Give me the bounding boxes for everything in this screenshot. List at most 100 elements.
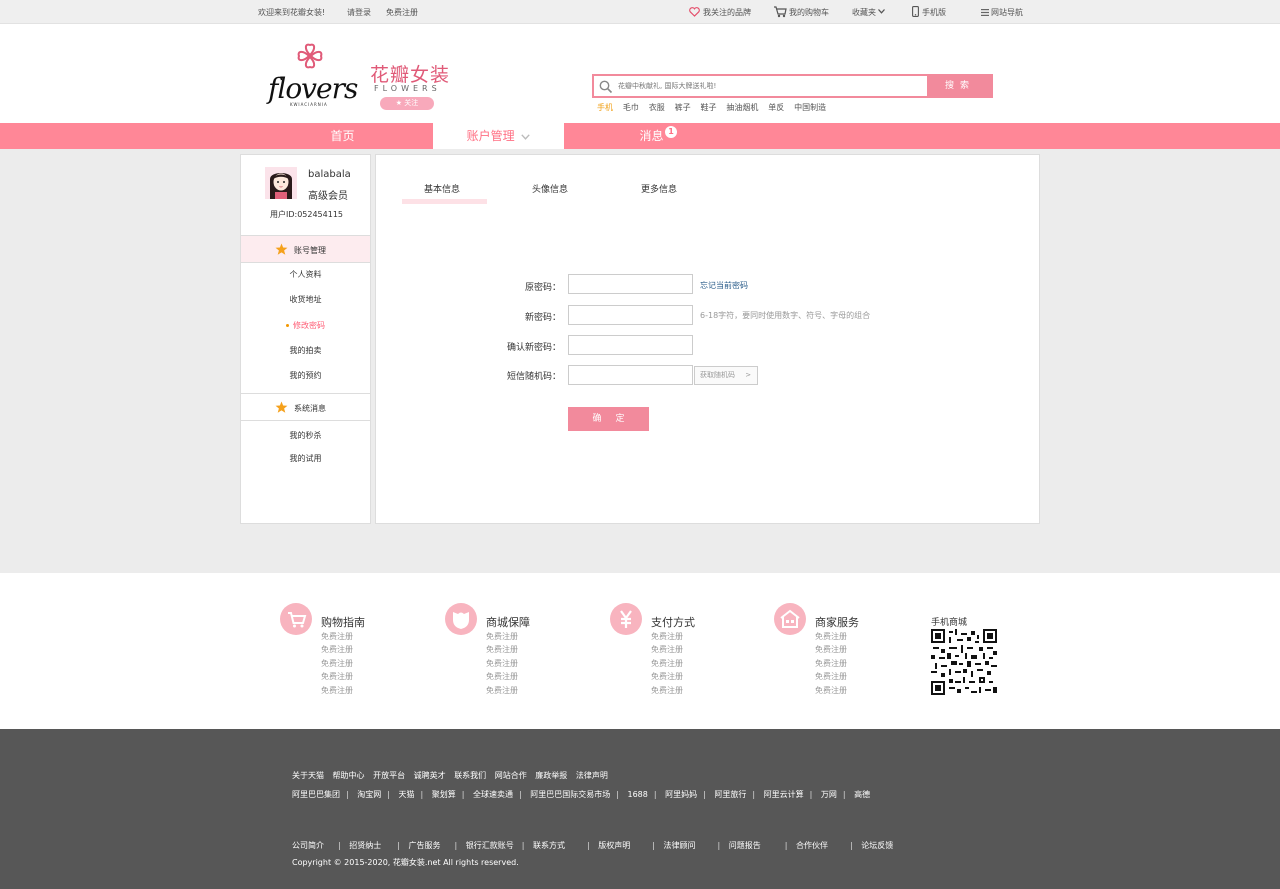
cart-link[interactable]: 我的购物车 (789, 7, 829, 18)
flower-logo-icon[interactable] (294, 40, 326, 72)
hot-link[interactable]: 裤子 (675, 103, 691, 112)
service-link[interactable]: 免费注册 (815, 631, 847, 642)
tab-avatar-info[interactable]: 头像信息 (532, 182, 568, 195)
follow-button[interactable]: ★ 关注 (380, 97, 434, 110)
footer-link[interactable]: 阿里旅行 (714, 790, 746, 799)
footer-link[interactable]: 万网 (821, 790, 837, 799)
confirm-password-field[interactable] (568, 335, 693, 355)
service-link[interactable]: 免费注册 (815, 671, 847, 682)
service-link[interactable]: 免费注册 (486, 658, 518, 669)
footer-link[interactable]: 阿里云计算 (764, 790, 804, 799)
service-link[interactable]: 免费注册 (651, 671, 683, 682)
sms-code-field[interactable] (568, 365, 693, 385)
service-link[interactable]: 免费注册 (321, 671, 353, 682)
logo-wordmark[interactable]: flovers (268, 72, 358, 105)
section-account-management[interactable]: 账号管理 (241, 235, 370, 263)
hot-link[interactable]: 中国制造 (794, 103, 826, 112)
nav-account[interactable]: 账户管理 (433, 123, 564, 149)
footer-link[interactable]: 联系方式 (533, 840, 587, 851)
service-link[interactable]: 免费注册 (321, 644, 353, 655)
footer-link[interactable]: 银行汇款账号 (466, 840, 522, 851)
hot-link[interactable]: 手机 (597, 103, 613, 112)
footer-link[interactable]: 招贤纳士 (349, 840, 397, 851)
service-link[interactable]: 免费注册 (321, 685, 353, 696)
footer-link[interactable]: 天猫 (399, 790, 415, 799)
qr-code[interactable] (931, 629, 997, 695)
followed-brands-link[interactable]: 我关注的品牌 (703, 7, 751, 18)
service-link[interactable]: 免费注册 (651, 644, 683, 655)
sidebar-item-auctions[interactable]: 我的拍卖 (241, 345, 370, 356)
favorites-dropdown[interactable]: 收藏夹 (852, 7, 876, 18)
footer-link[interactable]: 阿里妈妈 (665, 790, 697, 799)
tab-basic-info[interactable]: 基本信息 (424, 182, 460, 195)
footer-link[interactable]: 聚划算 (432, 790, 456, 799)
star-icon: ★ (395, 99, 403, 107)
hot-link[interactable]: 鞋子 (701, 103, 717, 112)
footer-link[interactable]: 关于天猫 (292, 771, 324, 780)
footer-link[interactable]: 论坛反馈 (861, 840, 893, 851)
service-link[interactable]: 免费注册 (486, 685, 518, 696)
hot-link[interactable]: 单反 (768, 103, 784, 112)
login-link[interactable]: 请登录 (347, 7, 371, 18)
get-sms-code-button[interactable]: 获取随机码 > (694, 366, 758, 385)
footer-link[interactable]: 高德 (854, 790, 870, 799)
avatar[interactable] (265, 167, 297, 199)
footer-link[interactable]: 诚聘英才 (414, 771, 446, 780)
service-link[interactable]: 免费注册 (486, 631, 518, 642)
service-link[interactable]: 免费注册 (321, 658, 353, 669)
footer-link[interactable]: 阿里巴巴国际交易市场 (530, 790, 610, 799)
footer-link[interactable]: 联系我们 (454, 771, 486, 780)
sidebar-item-change-password[interactable]: 修改密码 (241, 320, 370, 331)
footer-link[interactable]: 版权声明 (598, 840, 652, 851)
sidebar-item-flash-sale[interactable]: 我的秒杀 (241, 430, 370, 441)
sidebar-item-address[interactable]: 收货地址 (241, 294, 370, 305)
hot-link[interactable]: 衣服 (649, 103, 665, 112)
mobile-version-link[interactable]: 手机版 (922, 7, 946, 18)
footer-link[interactable]: 法律顾问 (664, 840, 718, 851)
confirm-button[interactable]: 确定 (568, 407, 649, 431)
service-link[interactable]: 免费注册 (486, 671, 518, 682)
nav-home[interactable]: 首页 (255, 123, 430, 149)
sidebar-item-reservations[interactable]: 我的预约 (241, 370, 370, 381)
tab-more-info[interactable]: 更多信息 (641, 182, 677, 195)
footer-link[interactable]: 阿里巴巴集团 (292, 790, 340, 799)
hot-link[interactable]: 毛巾 (623, 103, 639, 112)
register-link[interactable]: 免费注册 (386, 7, 418, 18)
forgot-password-link[interactable]: 忘记当前密码 (700, 280, 748, 291)
section-system-messages[interactable]: 系统消息 (241, 393, 370, 421)
footer-link[interactable]: 开放平台 (373, 771, 405, 780)
hot-search-links: 手机 毛巾 衣服 裤子 鞋子 抽油烟机 单反 中国制造 (597, 102, 833, 113)
search-input[interactable] (618, 79, 918, 93)
footer-link[interactable]: 广告服务 (409, 840, 455, 851)
sidebar-item-trial[interactable]: 我的试用 (241, 453, 370, 464)
footer-link[interactable]: 问题报告 (729, 840, 785, 851)
footer-link[interactable]: 帮助中心 (333, 771, 365, 780)
service-link[interactable]: 免费注册 (651, 631, 683, 642)
member-level: 高级会员 (308, 191, 348, 202)
service-link[interactable]: 免费注册 (651, 685, 683, 696)
service-link[interactable]: 免费注册 (815, 644, 847, 655)
new-password-field[interactable] (568, 305, 693, 325)
service-link[interactable]: 免费注册 (815, 685, 847, 696)
footer-link[interactable]: 网站合作 (495, 771, 527, 780)
footer-link[interactable]: 1688 (628, 790, 648, 799)
footer-link[interactable]: 合作伙伴 (796, 840, 850, 851)
footer-link[interactable]: 法律声明 (576, 771, 608, 780)
footer-link[interactable]: 淘宝网 (357, 790, 381, 799)
site-nav-link[interactable]: 网站导航 (991, 7, 1023, 18)
active-tab-indicator (402, 199, 487, 204)
footer-link[interactable]: 全球速卖通 (473, 790, 513, 799)
nav-messages[interactable]: 消息 (564, 123, 739, 149)
service-link[interactable]: 免费注册 (486, 644, 518, 655)
service-footer: 购物指南 免费注册 免费注册 免费注册 免费注册 免费注册 商城保障 免费注册 … (0, 573, 1280, 729)
service-link[interactable]: 免费注册 (321, 631, 353, 642)
service-link[interactable]: 免费注册 (651, 658, 683, 669)
old-password-field[interactable] (568, 274, 693, 294)
hot-link[interactable]: 抽油烟机 (726, 103, 758, 112)
service-link[interactable]: 免费注册 (815, 658, 847, 669)
footer-link[interactable]: 廉政举报 (535, 771, 567, 780)
search-button[interactable]: 搜索 (927, 74, 993, 98)
footer-link[interactable]: 公司简介 (292, 840, 338, 851)
mobile-phone-icon (912, 6, 919, 17)
sidebar-item-profile[interactable]: 个人资料 (241, 269, 370, 280)
